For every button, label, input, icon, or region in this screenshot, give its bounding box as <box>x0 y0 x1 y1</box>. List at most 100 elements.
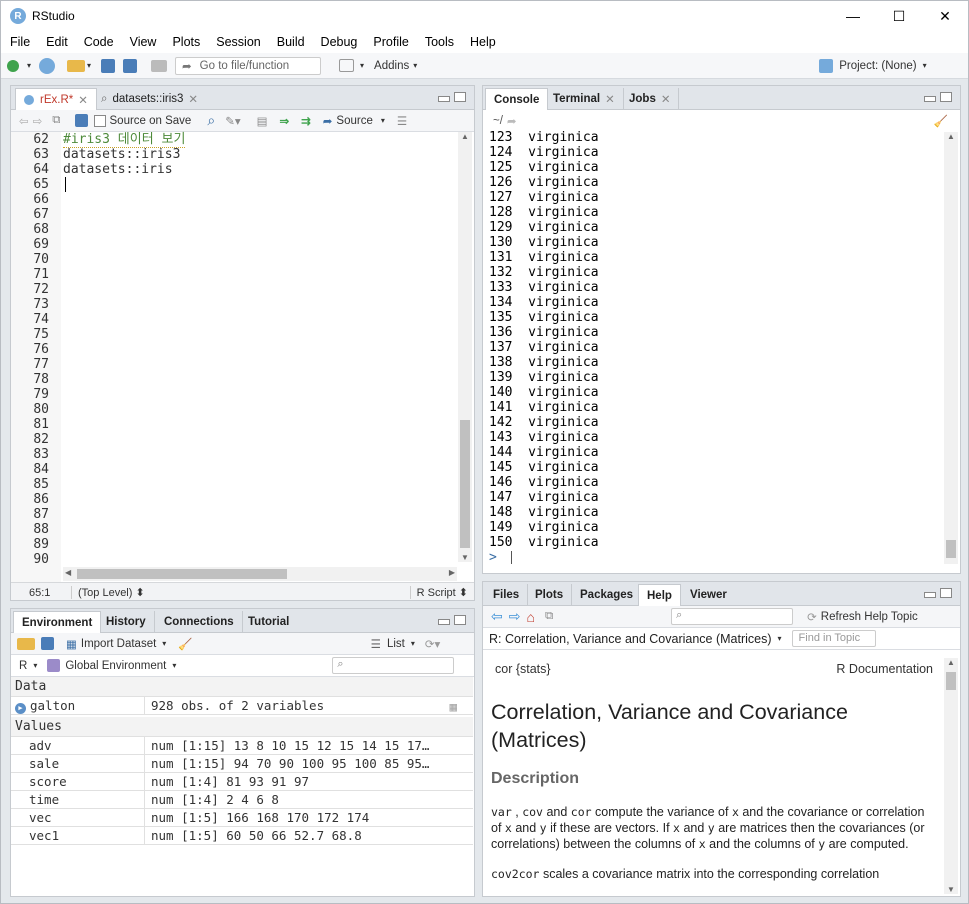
new-file-dropdown-icon[interactable]: ▾ <box>27 61 31 70</box>
minimize-pane-icon[interactable] <box>924 96 936 102</box>
save-icon[interactable] <box>74 114 88 127</box>
addins-dropdown-icon[interactable]: ▾ <box>413 61 417 70</box>
source-script-icon[interactable]: ➦ <box>323 114 333 128</box>
env-row-sale[interactable]: sale num [1:15] 94 70 90 100 95 100 85 95… <box>11 755 473 773</box>
tab-rex-r[interactable]: rEx.R* ✕ <box>15 88 97 111</box>
tab-connections[interactable]: Connections <box>156 611 243 633</box>
environment-scope-selector[interactable]: Global Environment <box>65 660 166 672</box>
back-arrow-icon[interactable]: ⇦ <box>19 114 29 128</box>
help-back-arrow-icon[interactable]: ⇦ <box>491 608 503 625</box>
help-pane-minmax[interactable] <box>924 588 952 598</box>
rerun-icon[interactable]: ⇉ <box>301 114 311 128</box>
clear-console-broom-icon[interactable]: 🧹 <box>934 114 948 128</box>
menu-edit[interactable]: Edit <box>46 35 68 49</box>
tab-jobs[interactable]: Jobs ✕ <box>621 88 680 110</box>
show-in-window-icon[interactable]: ⧉ <box>52 114 60 127</box>
tab-datasets-iris3[interactable]: ⌕ datasets::iris3 ✕ <box>93 88 206 110</box>
project-menu[interactable]: Project: (None) <box>839 60 916 72</box>
language-selector[interactable]: R <box>19 660 27 672</box>
code-tools-wand-icon[interactable]: ✎▾ <box>225 114 240 128</box>
new-project-icon[interactable] <box>39 57 56 74</box>
menu-session[interactable]: Session <box>216 35 260 49</box>
run-line-icon[interactable]: ⇒ <box>279 114 289 128</box>
clear-workspace-broom-icon[interactable]: 🧹 <box>178 637 192 651</box>
maximize-pane-icon[interactable] <box>940 92 952 102</box>
tab-plots[interactable]: Plots <box>527 584 573 606</box>
refresh-icon[interactable]: ⟳▾ <box>425 637 440 651</box>
menu-debug[interactable]: Debug <box>321 35 358 49</box>
code-line-63[interactable]: datasets::iris3 <box>63 147 458 162</box>
find-replace-icon[interactable]: ⌕ <box>207 112 215 129</box>
menu-build[interactable]: Build <box>277 35 305 49</box>
close-tab-icon[interactable]: ✕ <box>661 92 671 106</box>
save-icon[interactable] <box>101 58 116 73</box>
close-button[interactable]: ✕ <box>922 1 968 31</box>
close-tab-icon[interactable]: ✕ <box>605 92 615 106</box>
open-file-dropdown-icon[interactable]: ▾ <box>87 61 91 70</box>
scroll-down-arrow-icon[interactable]: ▼ <box>461 553 469 562</box>
menu-view[interactable]: View <box>130 35 157 49</box>
scope-dropdown-icon[interactable]: ▾ <box>172 661 176 670</box>
maximize-pane-icon[interactable] <box>454 92 466 102</box>
help-topic-dropdown-icon[interactable]: ▾ <box>778 634 782 643</box>
scroll-down-arrow-icon[interactable]: ▼ <box>947 885 955 894</box>
tab-files[interactable]: Files <box>485 584 529 606</box>
close-tab-icon[interactable]: ✕ <box>78 93 88 107</box>
environment-pane-minmax[interactable] <box>438 615 466 625</box>
menu-code[interactable]: Code <box>84 35 114 49</box>
source-pane-minmax[interactable] <box>438 92 466 102</box>
hscroll-right-arrow-icon[interactable]: ▶ <box>449 568 455 577</box>
env-row-galton[interactable]: ▶ galton 928 obs. of 2 variables ▦ <box>11 697 473 715</box>
console-pane-minmax[interactable] <box>924 92 952 102</box>
tab-help[interactable]: Help <box>638 584 681 607</box>
goto-file-input[interactable]: ➦ Go to file/function <box>175 56 322 75</box>
addins-menu[interactable]: Addins <box>374 60 409 72</box>
view-data-grid-icon[interactable]: ▦ <box>449 699 457 714</box>
open-file-icon[interactable] <box>67 59 86 72</box>
tab-history[interactable]: History <box>98 611 155 633</box>
help-topic-selector[interactable]: R: Correlation, Variance and Covariance … <box>489 632 772 646</box>
scroll-up-arrow-icon[interactable]: ▲ <box>944 132 958 141</box>
maximize-pane-icon[interactable] <box>454 615 466 625</box>
editor-hscrollbar[interactable]: ◀ ▶ <box>63 567 457 581</box>
env-row-time[interactable]: time num [1:4] 2 4 6 8 <box>11 791 473 809</box>
help-forward-arrow-icon[interactable]: ⇨ <box>509 608 521 625</box>
find-in-topic-input[interactable]: Find in Topic <box>791 630 876 647</box>
save-all-icon[interactable] <box>123 58 138 73</box>
compile-report-icon[interactable]: ▤ <box>257 114 268 128</box>
minimize-pane-icon[interactable] <box>438 96 450 102</box>
expand-arrow-icon[interactable]: ▶ <box>15 703 26 714</box>
refresh-help-icon[interactable]: ⟳ <box>807 610 817 624</box>
console-output[interactable]: 123 virginica 124 virginica 125 virginica 1… <box>489 130 939 550</box>
view-mode-selector[interactable]: List <box>387 638 405 650</box>
scope-selector[interactable]: (Top Level) ⬍ <box>71 586 145 599</box>
file-type-selector[interactable]: R Script ⬍ <box>409 586 468 599</box>
refresh-help-button[interactable]: Refresh Help Topic <box>821 611 918 623</box>
scroll-up-arrow-icon[interactable]: ▲ <box>944 658 958 667</box>
load-workspace-icon[interactable] <box>17 637 35 650</box>
menu-help[interactable]: Help <box>470 35 496 49</box>
go-to-directory-icon[interactable]: ➦ <box>507 114 517 128</box>
menu-plots[interactable]: Plots <box>172 35 200 49</box>
save-workspace-icon[interactable] <box>41 637 54 650</box>
code-editor[interactable]: #iris3 데이터 보기 datasets::iris3 datasets::… <box>63 132 458 600</box>
minimize-button[interactable]: — <box>830 1 876 31</box>
editor-vscroll-thumb[interactable] <box>460 420 470 548</box>
tab-environment[interactable]: Environment <box>13 611 102 634</box>
minimize-pane-icon[interactable] <box>438 619 450 625</box>
env-row-adv[interactable]: adv num [1:15] 13 8 10 15 12 15 14 15 17… <box>11 737 473 755</box>
source-dropdown-icon[interactable]: ▾ <box>381 116 385 125</box>
import-dropdown-icon[interactable]: ▾ <box>162 639 166 648</box>
list-view-icon[interactable]: ☰ <box>371 637 381 651</box>
source-on-save-checkbox[interactable] <box>93 114 106 127</box>
language-dropdown-icon[interactable]: ▾ <box>33 661 37 670</box>
import-dataset-button[interactable]: Import Dataset <box>81 638 156 650</box>
document-outline-icon[interactable]: ☰ <box>397 114 407 128</box>
env-row-vec[interactable]: vec num [1:5] 166 168 170 172 174 <box>11 809 473 827</box>
tab-terminal[interactable]: Terminal ✕ <box>545 88 624 110</box>
project-dropdown-icon[interactable]: ▾ <box>923 61 927 70</box>
code-line-62[interactable]: #iris3 데이터 보기 <box>63 132 458 148</box>
import-dataset-icon[interactable]: ▦ <box>66 637 77 651</box>
grid-layout-icon[interactable] <box>339 59 355 72</box>
forward-arrow-icon[interactable]: ⇨ <box>33 114 43 128</box>
